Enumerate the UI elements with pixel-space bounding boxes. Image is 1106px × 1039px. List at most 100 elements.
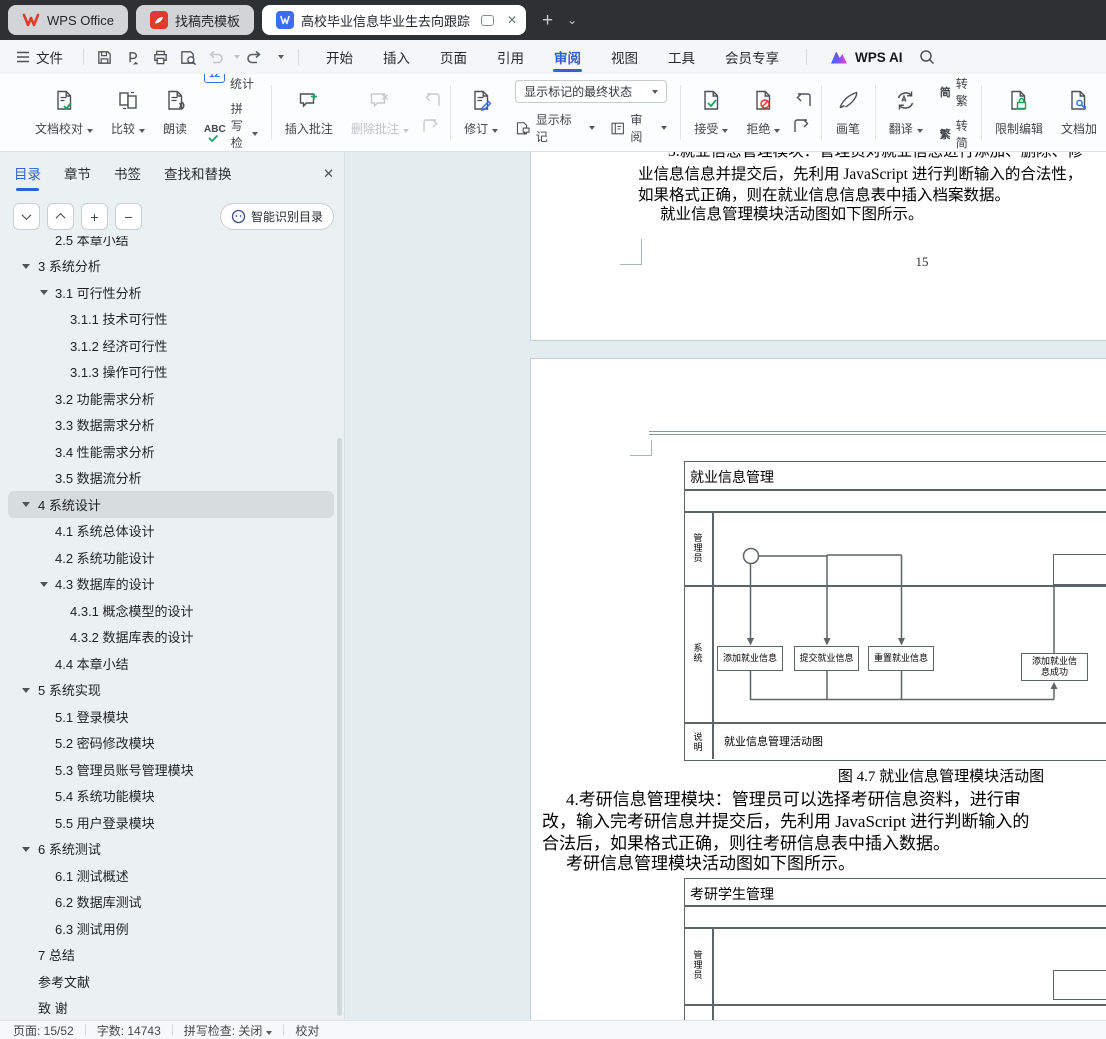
toc-item[interactable]: 致 谢	[8, 995, 334, 1016]
print-preview-button[interactable]	[174, 44, 202, 70]
menu-tab[interactable]: 插入	[368, 40, 425, 74]
toc-item[interactable]: 7 总结	[8, 942, 334, 969]
close-sidebar-icon[interactable]: ✕	[323, 166, 334, 182]
accept-changes-button[interactable]: 接受	[685, 74, 737, 151]
toc-item[interactable]: 4.1 系统总体设计	[8, 518, 334, 545]
to-traditional-button[interactable]: 简 转繁	[940, 75, 968, 109]
toc-item[interactable]: 2.5 本章小结	[8, 236, 334, 253]
toc-item[interactable]: 5 系统实现	[8, 677, 334, 704]
toc-item[interactable]: 3.4 性能需求分析	[8, 438, 334, 465]
save-button[interactable]	[90, 44, 118, 70]
toc-item[interactable]: 3.3 数据需求分析	[8, 412, 334, 439]
export-pdf-button[interactable]	[118, 44, 146, 70]
toc-item[interactable]: 4 系统设计	[8, 491, 334, 518]
wps-ai-button[interactable]: WPS AI	[819, 49, 913, 65]
toc-item[interactable]: 4.3.1 概念模型的设计	[8, 597, 334, 624]
menu-tab[interactable]: 会员专享	[710, 40, 794, 74]
show-markup-button[interactable]: 显示标记	[515, 111, 595, 145]
to-simplified-button[interactable]: 繁 转简	[940, 117, 968, 151]
accept-icon	[700, 89, 723, 113]
menu-tab[interactable]: 开始	[311, 40, 368, 74]
toc-item[interactable]: 3.1.1 技术可行性	[8, 306, 334, 333]
toc-item[interactable]: 3.2 功能需求分析	[8, 385, 334, 412]
menu-tab[interactable]: 引用	[482, 40, 539, 74]
delete-comment-button[interactable]: 删除批注	[342, 74, 418, 151]
tab-document-active[interactable]: 高校毕业信息毕业生去向跟踪 ✕	[261, 5, 527, 35]
insert-comment-button[interactable]: 插入批注	[276, 74, 342, 151]
undo-button[interactable]	[202, 44, 230, 70]
sidebar-scrollbar[interactable]	[337, 438, 342, 1016]
toc-item[interactable]: 4.2 系统功能设计	[8, 544, 334, 571]
toc-item[interactable]: 6.2 数据库测试	[8, 889, 334, 916]
restrict-editing-button[interactable]: 限制编辑	[986, 74, 1052, 151]
toc-toolbar: + − 智能识别目录	[13, 203, 334, 230]
zoom-out-toc-button[interactable]: −	[115, 203, 142, 230]
toc-item[interactable]: 4.3 数据库的设计	[8, 571, 334, 598]
document-page-16[interactable]: 就业信息管理 管理员 系统 说明 就业信息管理活动图 添加就业信息 提交就业信息…	[530, 358, 1106, 1020]
toc-item[interactable]: 参考文献	[8, 968, 334, 995]
simplified-glyph-icon: 简	[939, 86, 951, 99]
toc-item[interactable]: 5.4 系统功能模块	[8, 783, 334, 810]
toc-item[interactable]: 5.3 管理员账号管理模块	[8, 756, 334, 783]
tabs-menu-button[interactable]: ⌄	[567, 14, 577, 26]
track-changes-button[interactable]: 修订	[455, 74, 507, 151]
sidebar-tab[interactable]: 章节	[64, 163, 91, 185]
compare-button[interactable]: 比较	[102, 74, 154, 151]
document-encrypt-icon	[1067, 89, 1090, 113]
zoom-in-toc-button[interactable]: +	[81, 203, 108, 230]
toc-item[interactable]: 3 系统分析	[8, 253, 334, 280]
toc-item[interactable]: 4.3.2 数据库表的设计	[8, 624, 334, 651]
toc-item[interactable]: 3.5 数据流分析	[8, 465, 334, 492]
document-page-15[interactable]: 3.就业信息管理模块：管理员对就业信息进行添加、删除、修业信息信息并提交后，先利…	[530, 152, 1106, 341]
menu-tab[interactable]: 页面	[425, 40, 482, 74]
menu-tab[interactable]: 审阅	[539, 40, 596, 74]
toc-item[interactable]: 5.2 密码修改模块	[8, 730, 334, 757]
ink-brush-button[interactable]: 画笔	[827, 74, 870, 151]
review-pane-button[interactable]: 审阅	[610, 111, 668, 145]
toc-item[interactable]: 6.1 测试概述	[8, 862, 334, 889]
document-encrypt-button[interactable]: 文档加	[1052, 74, 1106, 151]
spellcheck-toggle[interactable]: 拼写检查: 关闭	[184, 1022, 273, 1039]
word-count-button[interactable]: 12 字数统计	[204, 74, 258, 92]
expand-all-button[interactable]	[47, 203, 74, 230]
previous-comment-icon[interactable]	[422, 92, 441, 108]
sidebar-tab[interactable]: 书签	[114, 163, 141, 185]
toc-item[interactable]: 5.5 用户登录模块	[8, 809, 334, 836]
spell-check-button[interactable]: ABC 拼写检查	[204, 100, 258, 152]
search-icon[interactable]	[913, 44, 941, 70]
new-tab-button[interactable]: +	[542, 11, 553, 30]
toc-item[interactable]: 6.3 测试用例	[8, 915, 334, 942]
document-proof-button[interactable]: 文档校对	[26, 74, 102, 151]
tab-docer-template[interactable]: 找稿壳模板	[135, 5, 254, 35]
previous-change-icon[interactable]	[793, 92, 812, 108]
translate-button[interactable]: 翻译	[880, 74, 932, 151]
menu-tab[interactable]: 工具	[653, 40, 710, 74]
read-aloud-button[interactable]: 朗读	[154, 74, 196, 151]
next-comment-icon[interactable]	[422, 118, 441, 134]
proofread-button[interactable]: 校对	[295, 1022, 319, 1039]
smart-toc-button[interactable]: 智能识别目录	[219, 203, 334, 230]
toc-item[interactable]: 3.1.3 操作可行性	[8, 359, 334, 386]
toc-item[interactable]: 3.1 可行性分析	[8, 279, 334, 306]
toc-item[interactable]: 6 系统测试	[8, 836, 334, 863]
toc-item[interactable]: 4.4 本章小结	[8, 650, 334, 677]
sidebar-tab[interactable]: 目录	[14, 163, 41, 191]
toc-item[interactable]: 5.1 登录模块	[8, 703, 334, 730]
document-text-line: 业信息信息并提交后，先利用 JavaScript 进行判断输入的合法性，	[638, 166, 1083, 183]
markup-state-dropdown[interactable]: 显示标记的最终状态	[515, 80, 668, 103]
print-button[interactable]	[146, 44, 174, 70]
menu-tab[interactable]: 视图	[596, 40, 653, 74]
file-menu[interactable]: 文件	[0, 47, 77, 67]
separate-window-icon[interactable]	[480, 14, 494, 26]
tab-wps-home[interactable]: WPS Office	[8, 5, 128, 35]
redo-button[interactable]	[240, 44, 268, 70]
next-change-icon[interactable]	[793, 118, 812, 134]
quick-access-dropdown-icon[interactable]	[278, 55, 284, 59]
sidebar-tab[interactable]: 查找和替换	[164, 163, 232, 185]
toc-item[interactable]: 3.1.2 经济可行性	[8, 332, 334, 359]
reject-changes-button[interactable]: 拒绝	[737, 74, 789, 151]
word-count-indicator[interactable]: 字数: 14743	[97, 1022, 161, 1039]
collapse-all-button[interactable]	[13, 203, 40, 230]
review-pane-icon	[611, 122, 624, 134]
close-tab-icon[interactable]: ✕	[507, 13, 517, 27]
